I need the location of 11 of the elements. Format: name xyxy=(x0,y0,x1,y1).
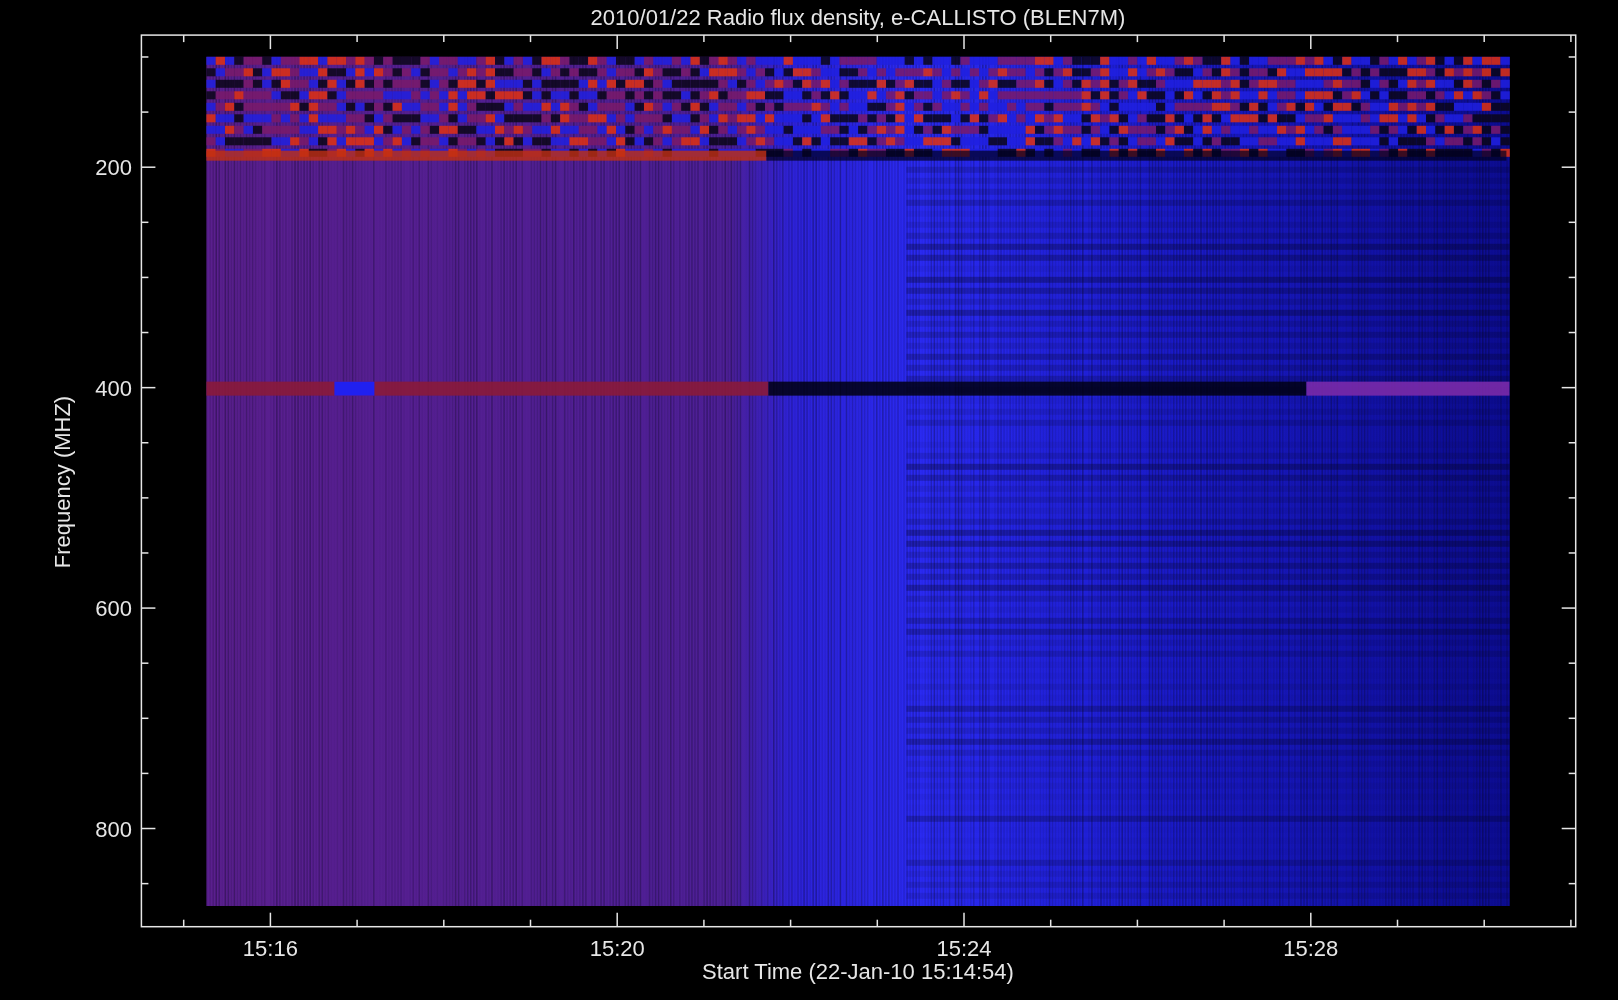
y-tick-label: 200 xyxy=(95,155,132,181)
y-tick-label: 800 xyxy=(95,816,132,842)
y-axis-label: Frequency (MHZ) xyxy=(50,395,75,569)
y-tick-label: 400 xyxy=(95,375,132,401)
x-tick-label: 15:20 xyxy=(589,936,645,961)
x-tick-label: 15:16 xyxy=(242,936,298,961)
chart-title: 2010/01/22 Radio flux density, e-CALLISTO (BLEN7M) xyxy=(590,5,1126,30)
x-tick-label: 15:24 xyxy=(936,936,992,961)
x-axis-label: Start Time (22-Jan-10 15:14:54) xyxy=(702,959,1014,984)
y-tick-label: 600 xyxy=(95,596,132,622)
x-tick-label: 15:28 xyxy=(1283,936,1339,961)
